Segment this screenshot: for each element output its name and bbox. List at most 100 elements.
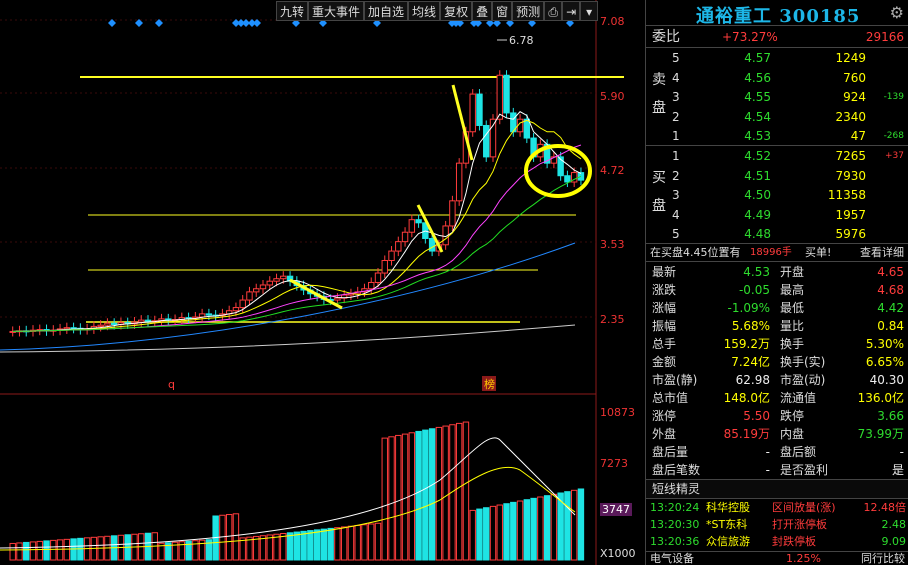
wizard-event: 封跌停板: [772, 535, 816, 548]
buy-level[interactable]: 3 4.50 11358: [672, 186, 906, 205]
stat-value: 6.65%: [865, 355, 904, 369]
sell-level[interactable]: 5 4.57 1249: [672, 49, 906, 68]
sector-bar[interactable]: 电气设备 1.25% 同行比较: [646, 551, 908, 565]
level-num: 2: [672, 109, 680, 124]
toolbar-button[interactable]: 九转: [276, 1, 309, 21]
volume-bar: [23, 541, 30, 561]
stat-key: 振幅: [652, 319, 677, 333]
toolbar-button[interactable]: 复权: [440, 1, 473, 21]
toolbar-button[interactable]: 重大事件: [308, 1, 365, 21]
stat-right: 最高 4.68: [780, 281, 904, 299]
level-volume: 5976: [835, 227, 866, 241]
wizard-item[interactable]: 13:20:36 众信旅游 封跌停板 9.09: [646, 533, 908, 550]
stat-key: 涨幅: [652, 301, 677, 315]
volume-bar: [43, 540, 50, 561]
kline-chart-area[interactable]: 6.78 q 榜 九转 重大事件 加自选 均线 复权叠窗预测 ⎙ ⇥ ▾ 7.08 5.90 4.72…: [0, 0, 645, 565]
toolbar-button[interactable]: 预测: [512, 1, 545, 21]
ma60-line: [0, 242, 576, 351]
volume-bar: [564, 491, 571, 561]
price-axis-label: 2.35: [600, 313, 625, 326]
level-volume: 11358: [827, 188, 866, 202]
share-icon[interactable]: ⎙: [544, 1, 563, 21]
buy-side-label-1: 买: [652, 170, 666, 186]
level-num: 4: [672, 70, 680, 85]
level-num: 5: [672, 51, 680, 65]
stat-key: 是否盈利: [780, 463, 829, 477]
sell-level[interactable]: 4 4.56 760: [672, 69, 906, 88]
stat-value: -1.09%: [727, 301, 770, 315]
stock-title-bar: 通裕重工 300185 ⚙: [646, 0, 908, 28]
toolbar-button[interactable]: 叠: [472, 1, 493, 21]
candle-body: [476, 93, 483, 126]
stock-title[interactable]: 通裕重工 300185: [696, 2, 860, 28]
stat-value: 0.84: [877, 319, 904, 333]
toolbar-button[interactable]: 窗: [492, 1, 513, 21]
stat-value: 4.65: [877, 265, 904, 279]
wizard-item[interactable]: 13:20:24 科华控股 区间放量(涨) 12.48倍: [646, 499, 908, 516]
toolbar-button[interactable]: 均线: [408, 1, 441, 21]
volume-bar: [219, 514, 226, 561]
level-num: 1: [672, 129, 680, 143]
sell-level[interactable]: 2 4.54 2340: [672, 108, 906, 127]
stat-value: 7.24亿: [731, 355, 770, 369]
large-order-notice: 在买盘4.45位置有 18996手 买单! 查看详细: [646, 244, 908, 262]
stat-left: 盘后笔数 -: [652, 461, 770, 479]
stat-value: 62.98: [735, 373, 770, 387]
stat-key: 总手: [652, 337, 677, 351]
volume-bar: [388, 436, 395, 561]
candle-body: [280, 275, 287, 280]
candle-body: [97, 324, 104, 327]
wizard-item[interactable]: 13:20:30 *ST东科 打开涨停板 2.48: [646, 516, 908, 533]
buy-side-label-2: 盘: [652, 198, 666, 214]
view-detail-link[interactable]: 查看详细: [860, 244, 904, 262]
stat-key: 市盈(静): [652, 373, 698, 387]
candle-body: [523, 118, 531, 139]
kline-chart[interactable]: 6.78 q 榜: [0, 0, 645, 565]
volume-bar: [327, 527, 334, 561]
toolbar-button[interactable]: 加自选: [364, 1, 409, 21]
commission-ratio-pct: +73.27%: [722, 30, 778, 44]
stat-value: -: [899, 445, 904, 459]
volume-bar: [307, 530, 314, 561]
volume-bar: [483, 507, 490, 561]
buy-level[interactable]: 1 4.52 7265 +37: [672, 147, 906, 166]
candle-body: [388, 250, 395, 261]
price-axis-label: 7.08: [600, 15, 625, 28]
level-num: 3: [672, 90, 680, 104]
event-marker-icon: [253, 19, 261, 27]
chart-toolbar: 九转 重大事件 加自选 均线 复权叠窗预测 ⎙ ⇥ ▾: [276, 1, 599, 21]
candle-body: [259, 284, 267, 290]
volume-bar: [489, 505, 497, 561]
compare-button[interactable]: 同行比较: [861, 552, 905, 565]
buy-level[interactable]: 5 4.48 5976: [672, 225, 906, 244]
candle-body: [334, 297, 341, 301]
stat-value: 85.19万: [723, 427, 770, 441]
wizard-value: 2.48: [881, 518, 907, 531]
stat-key: 跌停: [780, 409, 805, 423]
stat-key: 开盘: [780, 265, 805, 279]
stat-key: 涨停: [652, 409, 677, 423]
stat-key: 换手(实): [780, 355, 826, 369]
buy-level[interactable]: 4 4.49 1957: [672, 206, 906, 225]
volume-bar: [550, 493, 558, 561]
high-price-label: 6.78: [509, 34, 534, 47]
short-term-wizard-title[interactable]: 短线精灵: [646, 480, 908, 499]
stat-key: 市盈(动): [780, 373, 826, 387]
stat-left: 金额 7.24亿: [652, 353, 770, 371]
volume-bar: [334, 527, 341, 561]
pin-icon[interactable]: ⇥: [562, 1, 581, 21]
buy-order-book: 买 盘 1 4.52 7265 +37 2 4.51 7930 3 4.50 11358 4 4.49…: [646, 146, 908, 244]
volume-bar: [50, 539, 57, 561]
stat-value: 40.30: [869, 373, 904, 387]
sell-level[interactable]: 3 4.55 924 -139: [672, 88, 906, 107]
buy-level[interactable]: 2 4.51 7930: [672, 167, 906, 186]
level-volume: 924: [843, 90, 866, 104]
sector-name: 电气设备: [650, 552, 694, 565]
level-price: 4.57: [744, 51, 771, 65]
stat-left: 盘后量 -: [652, 443, 770, 461]
volume-bar: [253, 535, 260, 561]
sell-level[interactable]: 1 4.53 47 -268: [672, 127, 906, 146]
stat-right: 最低 4.42: [780, 299, 904, 317]
volume-bar: [9, 542, 16, 561]
gear-icon[interactable]: ⚙: [890, 3, 904, 22]
